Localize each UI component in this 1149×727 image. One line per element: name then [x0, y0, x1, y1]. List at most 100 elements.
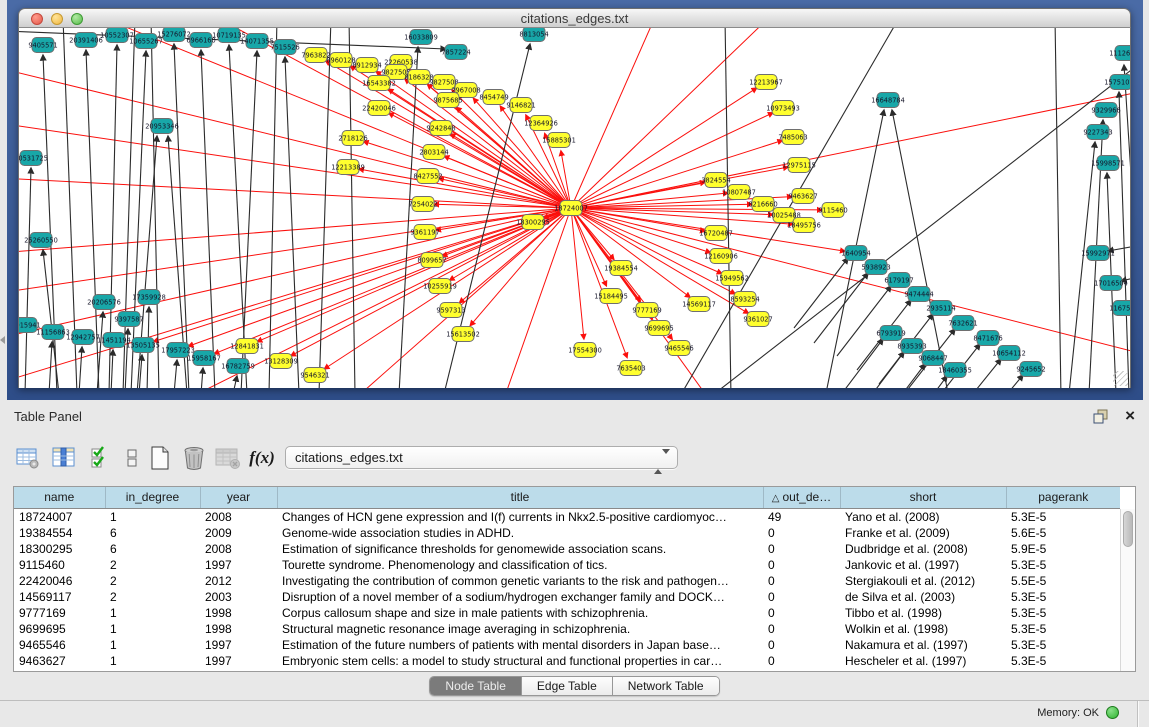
- cell-in_degree[interactable]: 1: [105, 653, 200, 669]
- network-node[interactable]: 2803144: [419, 145, 448, 160]
- cell-year[interactable]: 1998: [200, 621, 277, 637]
- network-node[interactable]: 8454749: [479, 90, 508, 105]
- cell-title[interactable]: Estimation of significance thresholds fo…: [277, 541, 763, 557]
- network-node[interactable]: 13505135: [126, 338, 160, 353]
- cell-year[interactable]: 2008: [200, 508, 277, 525]
- delete-trash-icon[interactable]: [180, 444, 208, 472]
- table-row[interactable]: 946362711997Embryonic stem cells: a mode…: [14, 653, 1120, 669]
- network-node[interactable]: 9146821: [506, 98, 535, 113]
- resize-grip-icon[interactable]: [1113, 371, 1128, 386]
- cell-name[interactable]: 22420046: [14, 573, 105, 589]
- tab-node-table[interactable]: Node Table: [430, 677, 522, 695]
- table-row[interactable]: 1872400712008Changes of HCN gene express…: [14, 508, 1120, 525]
- cell-name[interactable]: 18724007: [14, 508, 105, 525]
- network-node[interactable]: 9546321: [300, 368, 329, 383]
- column-header-year[interactable]: year: [200, 487, 277, 508]
- cell-name[interactable]: 9115460: [14, 557, 105, 573]
- network-node[interactable]: 15184495: [594, 289, 628, 304]
- network-node[interactable]: 7515526: [270, 40, 299, 55]
- cell-short[interactable]: Dudbridge et al. (2008): [840, 541, 1006, 557]
- network-node[interactable]: 10654112: [992, 346, 1026, 361]
- network-node[interactable]: 16782759: [221, 359, 255, 374]
- network-node[interactable]: 6793919: [876, 326, 905, 341]
- network-node[interactable]: 12213389: [331, 160, 365, 175]
- table-row[interactable]: 2242004622012Investigating the contribut…: [14, 573, 1120, 589]
- memory-status-indicator[interactable]: [1106, 706, 1119, 719]
- table-row[interactable]: 1830029562008Estimation of significance …: [14, 541, 1120, 557]
- cell-pagerank[interactable]: 5.3E-5: [1006, 637, 1120, 653]
- cell-out_degree[interactable]: 0: [763, 525, 840, 541]
- splitpane-collapse-icon[interactable]: [0, 336, 5, 344]
- network-node[interactable]: 16720487: [699, 226, 733, 241]
- network-graph[interactable]: 1872400718300295193845547963822896012889…: [19, 28, 1131, 388]
- network-node[interactable]: 9329966: [1091, 103, 1120, 118]
- function-builder-icon[interactable]: f(x): [248, 444, 276, 472]
- cell-title[interactable]: Changes of HCN gene expression and I(f) …: [277, 508, 763, 525]
- cell-year[interactable]: 1997: [200, 637, 277, 653]
- network-node[interactable]: 15613502: [446, 327, 480, 342]
- cell-year[interactable]: 2003: [200, 589, 277, 605]
- network-node[interactable]: 17554300: [568, 343, 602, 358]
- cell-title[interactable]: Genome-wide association studies in ADHD.: [277, 525, 763, 541]
- cell-pagerank[interactable]: 5.3E-5: [1006, 605, 1120, 621]
- network-node[interactable]: 8912934: [352, 58, 381, 73]
- cell-short[interactable]: Yano et al. (2008): [840, 508, 1006, 525]
- new-document-icon[interactable]: [146, 444, 174, 472]
- cell-pagerank[interactable]: 5.3E-5: [1006, 621, 1120, 637]
- network-node[interactable]: 3824554: [701, 173, 730, 188]
- cell-title[interactable]: Disruption of a novel member of a sodium…: [277, 589, 763, 605]
- cell-short[interactable]: Hescheler et al. (1997): [840, 653, 1006, 669]
- cell-year[interactable]: 2012: [200, 573, 277, 589]
- delete-table-disabled-icon[interactable]: [214, 444, 242, 472]
- network-node[interactable]: 9397587: [114, 312, 143, 327]
- network-node[interactable]: 8935393: [897, 339, 926, 354]
- network-node[interactable]: 20953346: [145, 119, 179, 134]
- network-node[interactable]: 17016504: [1094, 276, 1128, 291]
- cell-out_degree[interactable]: 0: [763, 573, 840, 589]
- tab-network-table[interactable]: Network Table: [613, 677, 719, 695]
- table-row[interactable]: 946554611997Estimation of the future num…: [14, 637, 1120, 653]
- network-node[interactable]: 15998571: [1091, 156, 1125, 171]
- close-panel-icon[interactable]: ×: [1125, 406, 1135, 426]
- network-node[interactable]: 15885301: [542, 133, 576, 148]
- table-row[interactable]: 1938455462009Genome-wide association stu…: [14, 525, 1120, 541]
- network-node[interactable]: 9405571: [28, 38, 57, 53]
- cell-pagerank[interactable]: 5.5E-5: [1006, 573, 1120, 589]
- cell-out_degree[interactable]: 0: [763, 637, 840, 653]
- network-node[interactable]: 20206576: [87, 295, 121, 310]
- select-rows-icon[interactable]: [86, 444, 114, 472]
- network-node[interactable]: 8216660: [748, 197, 777, 212]
- network-node[interactable]: 9597313: [436, 303, 465, 318]
- network-node[interactable]: 7857224: [441, 45, 470, 60]
- cell-pagerank[interactable]: 5.3E-5: [1006, 557, 1120, 573]
- network-node[interactable]: 9242848: [426, 121, 455, 136]
- cell-short[interactable]: Stergiakouli et al. (2012): [840, 573, 1006, 589]
- network-node[interactable]: 12160906: [704, 249, 738, 264]
- cell-name[interactable]: 9777169: [14, 605, 105, 621]
- network-node[interactable]: 8099657: [417, 253, 446, 268]
- network-node[interactable]: 9699695: [644, 321, 673, 336]
- network-node[interactable]: 12942757: [66, 330, 100, 345]
- table-scrollbar-thumb[interactable]: [1123, 511, 1133, 547]
- cell-title[interactable]: Estimation of the future numbers of pati…: [277, 637, 763, 653]
- cell-out_degree[interactable]: 0: [763, 653, 840, 669]
- cell-short[interactable]: Jankovic et al. (1997): [840, 557, 1006, 573]
- network-node[interactable]: 7485063: [778, 130, 807, 145]
- network-node[interactable]: 9361027: [743, 312, 772, 327]
- network-node[interactable]: 18460355: [938, 363, 972, 378]
- cell-pagerank[interactable]: 5.6E-5: [1006, 525, 1120, 541]
- cell-name[interactable]: 18300295: [14, 541, 105, 557]
- cell-out_degree[interactable]: 0: [763, 541, 840, 557]
- column-edit-icon[interactable]: [50, 444, 78, 472]
- table-selector-dropdown[interactable]: citations_edges.txt: [285, 446, 678, 469]
- network-node[interactable]: 2718126: [338, 131, 367, 146]
- cell-out_degree[interactable]: 0: [763, 557, 840, 573]
- network-node[interactable]: 9463627: [788, 189, 817, 204]
- cell-title[interactable]: Tourette syndrome. Phenomenology and cla…: [277, 557, 763, 573]
- table-row[interactable]: 977716911998Corpus callosum shape and si…: [14, 605, 1120, 621]
- network-node[interactable]: 9115460: [818, 203, 847, 218]
- network-node[interactable]: 2935114: [926, 301, 955, 316]
- cell-title[interactable]: Corpus callosum shape and size in male p…: [277, 605, 763, 621]
- column-header-short[interactable]: short: [840, 487, 1006, 508]
- cell-pagerank[interactable]: 5.3E-5: [1006, 508, 1120, 525]
